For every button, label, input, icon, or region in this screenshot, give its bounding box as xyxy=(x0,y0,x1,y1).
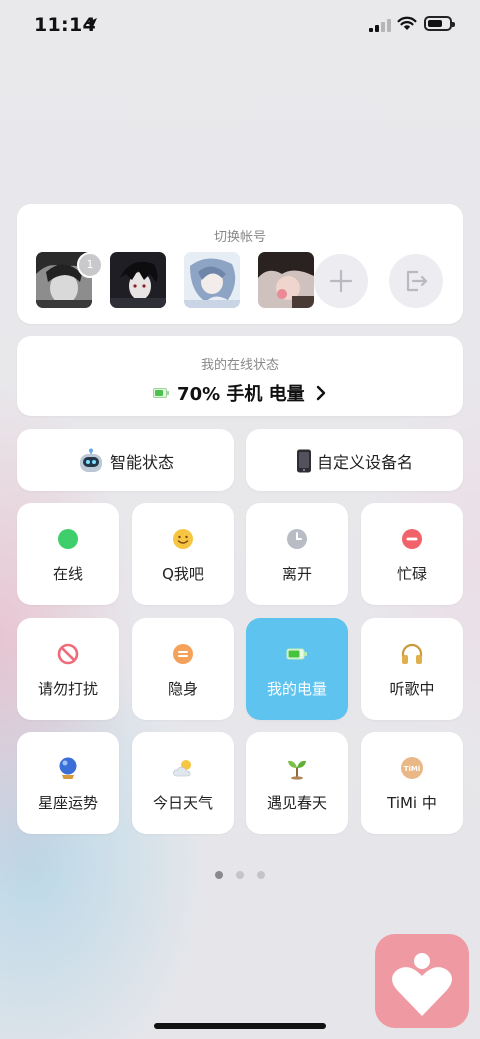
smart-status-label: 智能状态 xyxy=(110,453,175,472)
tile-label: Q我吧 xyxy=(162,565,204,583)
page-dot[interactable] xyxy=(236,871,244,879)
headphones-icon xyxy=(401,643,423,664)
tile-horoscope[interactable]: 星座运势 xyxy=(17,732,119,834)
battery-icon xyxy=(286,648,307,660)
robot-icon xyxy=(80,448,102,472)
custom-device-name-button[interactable]: 自定义设备名 xyxy=(246,429,463,491)
tile-label: 我的电量 xyxy=(266,680,327,698)
timi-badge-text: TiMi xyxy=(404,765,421,773)
timi-icon: TiMi xyxy=(401,757,423,779)
tile-my-battery[interactable]: 我的电量 xyxy=(246,618,348,720)
tile-label: 请勿打扰 xyxy=(37,680,98,698)
home-indicator[interactable] xyxy=(154,1023,326,1029)
equals-circle-icon xyxy=(173,644,193,664)
logout-icon xyxy=(406,270,428,292)
account-badge: 1 xyxy=(77,252,103,278)
tile-away[interactable]: 离开 xyxy=(246,503,348,605)
custom-device-name-label: 自定义设备名 xyxy=(317,453,414,472)
app-icon[interactable] xyxy=(375,934,469,1028)
online-status-card[interactable]: 我的在线状态 70% 手机 电量 xyxy=(17,336,463,416)
wifi-icon xyxy=(397,16,417,30)
tile-label: 今日天气 xyxy=(152,794,213,812)
cellular-signal-icon xyxy=(369,19,391,32)
heart-person-icon xyxy=(392,953,452,1016)
smiley-icon xyxy=(173,529,193,549)
tile-label: 离开 xyxy=(281,565,312,583)
battery-status-text: 70% 手机 电量 xyxy=(177,384,305,405)
add-account-button[interactable] xyxy=(314,254,368,308)
smart-status-button[interactable]: 智能状态 xyxy=(17,429,234,491)
tile-listening-music[interactable]: 听歌中 xyxy=(361,618,463,720)
status-bar: 11:14 xyxy=(0,0,480,52)
tile-label: 星座运势 xyxy=(37,794,98,812)
account-avatar-3[interactable] xyxy=(184,252,240,308)
plus-icon xyxy=(329,269,353,293)
tile-label: 听歌中 xyxy=(389,680,435,698)
tile-label: TiMi 中 xyxy=(387,794,437,812)
tile-weather[interactable]: 今日天气 xyxy=(132,732,234,834)
tile-label: 在线 xyxy=(52,565,83,583)
tile-online[interactable]: 在线 xyxy=(17,503,119,605)
weather-icon xyxy=(173,760,191,777)
switch-account-title: 切换帐号 xyxy=(213,230,266,245)
crystal-ball-icon xyxy=(59,757,77,779)
tile-label: 忙碌 xyxy=(396,565,427,583)
chevron-right-icon xyxy=(316,385,326,401)
logout-button[interactable] xyxy=(389,254,443,308)
clock-icon xyxy=(287,529,307,549)
green-dot-icon xyxy=(58,529,78,549)
location-arrow-icon xyxy=(85,18,97,30)
tile-label: 隐身 xyxy=(167,680,198,698)
tile-do-not-disturb[interactable]: 请勿打扰 xyxy=(17,618,119,720)
sprout-icon xyxy=(288,760,306,780)
tile-invisible[interactable]: 隐身 xyxy=(132,618,234,720)
tile-q-me[interactable]: Q我吧 xyxy=(132,503,234,605)
battery-icon xyxy=(153,388,170,398)
online-status-row: 70% 手机 电量 xyxy=(17,380,463,406)
phone-icon xyxy=(297,449,311,473)
account-avatar-4[interactable] xyxy=(258,252,314,308)
page-dot[interactable] xyxy=(215,871,223,879)
account-avatar-2[interactable] xyxy=(110,252,166,308)
page-dot[interactable] xyxy=(257,871,265,879)
no-entry-icon xyxy=(57,643,79,665)
tile-busy[interactable]: 忙碌 xyxy=(361,503,463,605)
online-status-title: 我的在线状态 xyxy=(200,358,279,373)
tile-timi[interactable]: TiMi TiMi 中 xyxy=(361,732,463,834)
tile-meet-spring[interactable]: 遇见春天 xyxy=(246,732,348,834)
tile-label: 遇见春天 xyxy=(266,794,327,812)
battery-icon xyxy=(424,16,455,31)
minus-circle-icon xyxy=(402,529,422,549)
